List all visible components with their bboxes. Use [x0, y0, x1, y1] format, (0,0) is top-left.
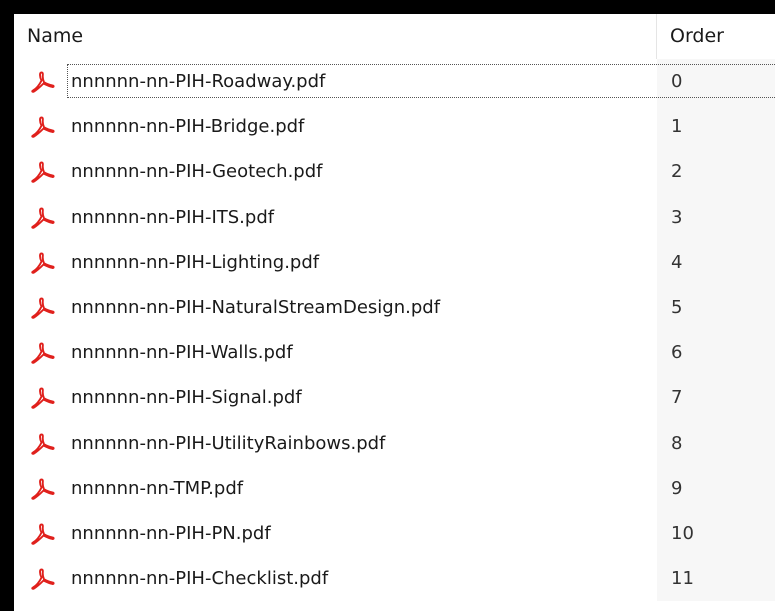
file-order: 2: [671, 161, 683, 183]
file-order: 7: [671, 387, 683, 409]
file-order: 3: [671, 206, 683, 228]
list-header: Name Order: [14, 14, 775, 59]
file-row[interactable]: nnnnnn-nn-PIH-PN.pdf 10: [14, 510, 775, 557]
file-name: nnnnnn-nn-PIH-NaturalStreamDesign.pdf: [71, 296, 441, 318]
file-row[interactable]: nnnnnn-nn-PIH-Signal.pdf 7: [14, 375, 775, 421]
column-header-order[interactable]: Order: [670, 14, 770, 59]
file-name: nnnnnn-nn-PIH-Signal.pdf: [71, 387, 302, 409]
file-name: nnnnnn-nn-PIH-Walls.pdf: [71, 342, 293, 364]
file-order: 11: [671, 568, 694, 590]
file-list: nnnnnn-nn-PIH-Roadway.pdf 0 nnnnnn-nn-PI…: [14, 59, 775, 602]
file-row[interactable]: nnnnnn-nn-PIH-ITS.pdf 3: [14, 194, 775, 240]
pdf-file-icon: [31, 207, 55, 229]
file-row[interactable]: nnnnnn-nn-PIH-Checklist.pdf 11: [14, 556, 775, 602]
pdf-file-icon: [31, 342, 55, 364]
file-row[interactable]: nnnnnn-nn-PIH-Lighting.pdf 4: [14, 239, 775, 285]
file-order: 9: [671, 477, 683, 499]
pdf-file-icon: [31, 252, 55, 274]
file-row[interactable]: nnnnnn-nn-PIH-Roadway.pdf 0: [14, 59, 775, 105]
pdf-file-icon: [31, 116, 55, 138]
pdf-file-icon: [31, 71, 55, 93]
file-name: nnnnnn-nn-PIH-ITS.pdf: [71, 206, 275, 228]
file-row[interactable]: nnnnnn-nn-PIH-Bridge.pdf 1: [14, 104, 775, 150]
file-order: 4: [671, 251, 683, 273]
file-name: nnnnnn-nn-PIH-Geotech.pdf: [71, 161, 323, 183]
pdf-file-icon: [31, 387, 55, 410]
file-order: 5: [671, 296, 683, 318]
column-divider[interactable]: [656, 14, 657, 59]
file-name: nnnnnn-nn-PIH-UtilityRainbows.pdf: [71, 432, 386, 454]
file-list-window: Name Order nnnnnn-nn-PIH-Roadway.pdf 0 n…: [14, 14, 775, 611]
file-order: 6: [671, 342, 683, 364]
file-order: 0: [671, 71, 683, 92]
file-order: 8: [671, 432, 683, 454]
file-row[interactable]: nnnnnn-nn-PIH-NaturalStreamDesign.pdf 5: [14, 284, 775, 331]
pdf-file-icon: [31, 433, 55, 455]
file-name: nnnnnn-nn-PIH-Bridge.pdf: [71, 116, 305, 138]
file-row[interactable]: nnnnnn-nn-PIH-UtilityRainbows.pdf 8: [14, 420, 775, 466]
file-name: nnnnnn-nn-PIH-Roadway.pdf: [71, 71, 326, 92]
pdf-file-icon: [31, 568, 55, 590]
file-order: 10: [671, 522, 694, 544]
column-header-name[interactable]: Name: [27, 14, 657, 59]
file-name: nnnnnn-nn-PIH-PN.pdf: [71, 522, 271, 544]
pdf-file-icon: [31, 478, 55, 500]
file-row[interactable]: nnnnnn-nn-PIH-Walls.pdf 6: [14, 330, 775, 376]
file-name: nnnnnn-nn-PIH-Checklist.pdf: [71, 568, 329, 590]
file-name: nnnnnn-nn-TMP.pdf: [71, 477, 244, 499]
file-row[interactable]: nnnnnn-nn-PIH-Geotech.pdf 2: [14, 149, 775, 195]
pdf-file-icon: [31, 297, 55, 319]
pdf-file-icon: [31, 523, 55, 545]
file-row[interactable]: nnnnnn-nn-TMP.pdf 9: [14, 465, 775, 511]
file-name: nnnnnn-nn-PIH-Lighting.pdf: [71, 251, 320, 273]
file-order: 1: [671, 116, 683, 138]
pdf-file-icon: [31, 161, 55, 184]
